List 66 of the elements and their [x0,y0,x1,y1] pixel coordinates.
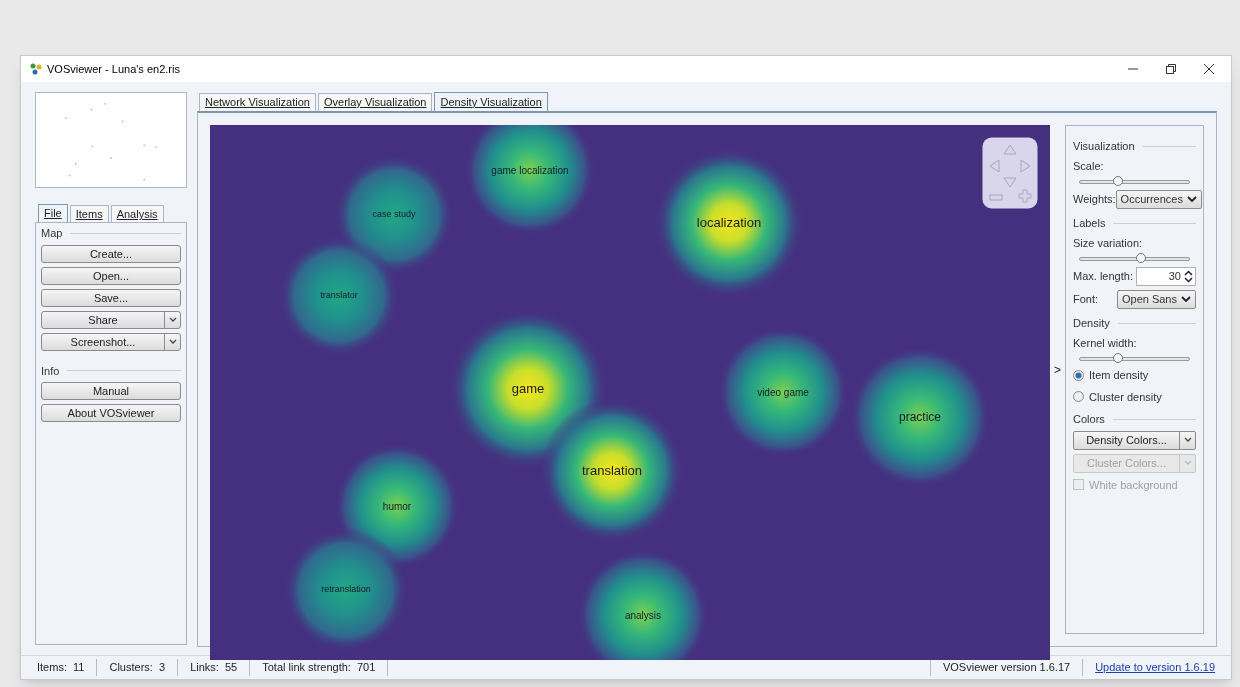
map-label[interactable]: game [511,379,545,399]
map-label[interactable]: translator [320,289,358,303]
slider-thumb[interactable] [1136,253,1147,263]
radio-icon[interactable] [1073,369,1084,381]
window-title: VOSviewer - Luna's en2.ris [47,61,180,77]
caret-icon[interactable] [1183,437,1192,443]
split-button[interactable]: Density Colors... [1073,430,1196,450]
map-label[interactable]: game localization [491,162,569,178]
radio-icon[interactable] [1073,391,1084,403]
caret-icon[interactable] [1181,296,1191,303]
map-label[interactable]: localization [696,213,762,233]
section-title: Density [1073,316,1110,331]
button[interactable]: Open... [41,266,181,285]
label: Max. length: [1073,269,1133,285]
map-label[interactable]: translation [582,461,642,481]
app-logo-icon [29,62,43,76]
section-title: Info [41,363,60,379]
status-text: Total link strength: 701 [262,659,389,676]
label: Weights: [1073,192,1116,208]
map-label[interactable]: case study [372,208,416,222]
close-icon[interactable] [1203,63,1215,75]
button[interactable]: Manual [41,382,181,400]
navigation-pad-icon[interactable] [982,137,1038,209]
label: Size variation: [1073,235,1144,251]
number-field[interactable]: 30 [1136,267,1196,286]
status-text: Links: 55 [190,659,251,676]
caret-icon[interactable] [168,338,177,345]
map-label[interactable]: practice [899,408,941,426]
tab[interactable]: Density Visualization [434,92,548,111]
section-title: Map [41,226,63,241]
button[interactable]: Create... [41,244,181,263]
section-title: Colors [1073,412,1105,427]
update-link[interactable]: Update to version 1.6.19 [1095,659,1215,676]
slider-thumb[interactable] [1113,353,1124,363]
tab[interactable]: Overlay Visualization [317,93,433,111]
caret-icon[interactable] [1186,196,1197,203]
map-label[interactable]: analysis [624,607,662,623]
label: Kernel width: [1073,335,1138,351]
tab[interactable]: Items [69,205,109,222]
map-label[interactable]: video game [757,384,809,400]
map-label[interactable]: humor [382,498,412,514]
split-button[interactable]: Screenshot... [41,332,181,351]
map-label[interactable]: retranslation [321,583,371,597]
status-text: VOSviewer version 1.6.17 [929,659,1084,676]
expand-arrow[interactable]: > [1054,360,1061,379]
label: Scale: [1073,158,1105,174]
restore-icon[interactable] [1165,63,1177,75]
caret-icon[interactable] [168,316,177,323]
radio-button[interactable]: Item density [1073,367,1196,384]
tab[interactable]: File [38,204,68,222]
status-text: Clusters: 3 [109,659,179,676]
split-button[interactable]: Share [41,310,181,329]
tab[interactable]: Analysis [110,205,164,222]
label: Font: [1073,292,1099,308]
section-title: Labels [1073,216,1106,231]
dropdown[interactable]: Open Sans [1116,290,1196,309]
slider-thumb[interactable] [1113,176,1124,186]
density-map[interactable]: game localization case study localization translator game video game practice translation humor retranslation analysis [210,125,1050,660]
spinner-icon[interactable] [1184,270,1193,283]
button[interactable]: About VOSviewer [41,404,181,422]
tab[interactable]: Network Visualization [199,93,316,111]
button[interactable]: Save... [41,288,181,307]
section-title: Visualization [1073,139,1135,154]
dropdown[interactable]: Occurrences [1115,190,1202,209]
status-text: Items: 11 [37,659,98,676]
radio-button[interactable]: Cluster density [1073,388,1196,405]
